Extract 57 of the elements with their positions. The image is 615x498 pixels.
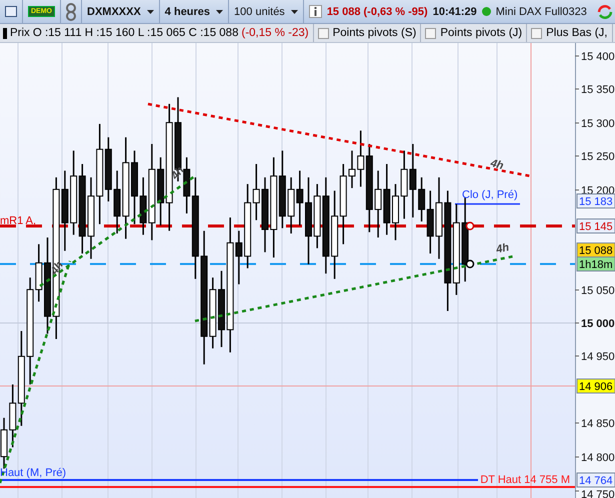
axis-tick-label: 14 800: [581, 452, 615, 464]
clock-time: 10:41:29: [432, 6, 477, 18]
axis-tick-label: 15 250: [581, 151, 615, 163]
axis-tick-label: 15 050: [581, 285, 615, 297]
trend-line-label: 4h: [169, 164, 187, 182]
caret-icon: [216, 10, 224, 14]
symbol-dropdown[interactable]: DXMXXXX: [82, 0, 160, 23]
trend-line[interactable]: [0, 260, 72, 484]
price-tag: 14 906: [576, 378, 615, 394]
instrument-name: Mini DAX Full0323: [496, 6, 587, 18]
trend-line-label: 4h: [48, 259, 66, 277]
axis-tick-label: 15 400: [581, 51, 615, 63]
indicator-toggle[interactable]: Plus Bas (J,: [527, 24, 612, 42]
trend-line[interactable]: [148, 102, 530, 178]
line-label: DT Haut 14 755 M: [480, 474, 570, 486]
caret-icon: [146, 10, 154, 14]
price-tag: 15 183: [576, 194, 615, 208]
units-dropdown[interactable]: 100 unités: [229, 0, 304, 23]
price-tag: 15 088: [576, 242, 615, 258]
series-color-icon: [3, 28, 7, 38]
refresh-icon[interactable]: [597, 4, 613, 20]
trend-line-label: 4h: [489, 157, 505, 172]
axis-tick-label: 14 950: [581, 351, 615, 363]
candle: [348, 150, 356, 188]
chain-link-icon[interactable]: [66, 2, 76, 20]
trend-line[interactable]: [194, 254, 516, 322]
line-label: Clo (J, Pré): [462, 189, 518, 201]
indicator-toggle[interactable]: Points pivots (J): [421, 24, 528, 42]
indicator-label: Points pivots (S): [332, 27, 416, 39]
price-tag: 14 764: [576, 472, 615, 488]
indicator-label: Plus Bas (J,: [546, 27, 608, 39]
axis-tick-label: 15 300: [581, 118, 615, 130]
change-value: (-0,15 % -23): [241, 27, 309, 39]
axis-tick-label: 15 000: [581, 318, 615, 330]
checkbox[interactable]: [531, 28, 542, 38]
window-icon[interactable]: [5, 6, 17, 17]
ohlc-values: O :15 111 H :15 160 L :15 065 C :15 088: [32, 27, 238, 39]
caret-icon: [290, 10, 298, 14]
price-label: Prix: [10, 27, 30, 39]
indicator-toggle[interactable]: Points pivots (S): [314, 24, 422, 42]
marker-icon: [466, 260, 474, 268]
axis-tick-label: 14 750: [581, 489, 615, 498]
line-label: mR1 A,: [0, 215, 36, 227]
axis-tick-label: 15 350: [581, 84, 615, 96]
candle: [0, 418, 8, 469]
price-change: 15 088 (-0,63 % -95): [326, 6, 428, 18]
price-tag: 1h18m: [576, 256, 615, 272]
timeframe-dropdown[interactable]: 4 heures: [160, 0, 230, 23]
indicator-label: Points pivots (J): [440, 27, 522, 39]
info-icon[interactable]: [308, 5, 322, 18]
candle: [392, 184, 399, 240]
checkbox[interactable]: [425, 28, 436, 38]
checkbox[interactable]: [318, 28, 329, 38]
line-label: Haut (M, Pré): [0, 467, 66, 479]
axis-tick-label: 14 850: [581, 418, 615, 430]
trend-line-label: 4h: [495, 242, 510, 256]
price-tag: 15 145: [576, 218, 615, 234]
